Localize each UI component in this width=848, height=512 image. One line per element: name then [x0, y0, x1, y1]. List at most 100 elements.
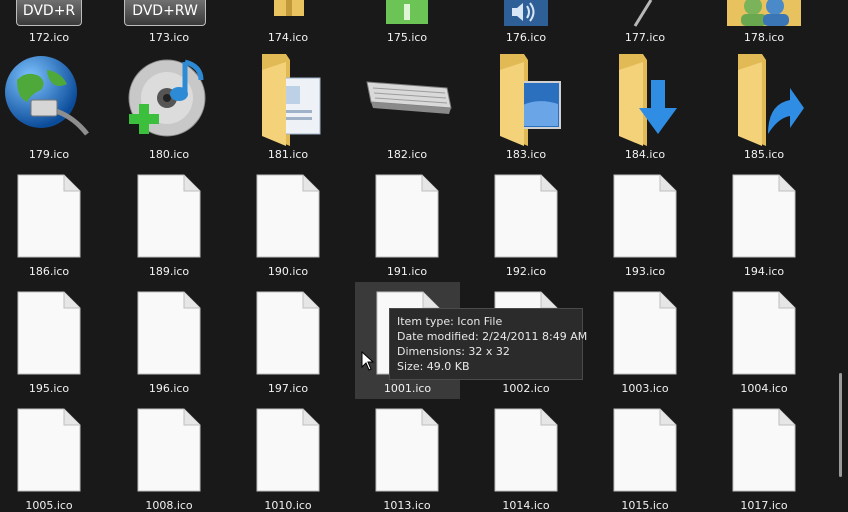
blank-file-icon	[613, 291, 677, 375]
file-item[interactable]: 192.ico	[471, 161, 581, 278]
file-name: 172.ico	[28, 31, 70, 44]
file-name: 1001.ico	[383, 382, 432, 395]
blank-file-icon	[137, 408, 201, 492]
file-item[interactable]: 185.ico	[709, 44, 819, 161]
keyboard-icon	[366, 81, 452, 114]
blank-file-icon	[732, 174, 796, 258]
file-item[interactable]: 183.ico	[471, 44, 581, 161]
file-item[interactable]: 1014.ico	[471, 395, 581, 512]
shortcut-folder-icon	[738, 54, 804, 146]
file-name: 179.ico	[28, 148, 70, 161]
file-item[interactable]: 178.ico	[709, 0, 819, 44]
users-icon	[727, 0, 801, 26]
file-item[interactable]: 180.ico	[114, 44, 224, 161]
file-name: 180.ico	[148, 148, 190, 161]
file-item[interactable]: 196.ico	[114, 278, 224, 395]
file-item[interactable]: 177.ico	[590, 0, 700, 44]
file-name: 1003.ico	[621, 382, 669, 395]
file-name: 1010.ico	[264, 499, 312, 512]
network-globe-icon	[5, 56, 89, 136]
file-item[interactable]: 193.ico	[590, 161, 700, 278]
file-name: 194.ico	[743, 265, 785, 278]
blank-file-icon	[613, 174, 677, 258]
file-name: 1015.ico	[621, 499, 669, 512]
file-item[interactable]: 1008.ico	[114, 395, 224, 512]
file-item[interactable]: 191.ico	[352, 161, 462, 278]
file-name: 189.ico	[148, 265, 190, 278]
file-item[interactable]: 190.ico	[233, 161, 343, 278]
file-name: 181.ico	[267, 148, 309, 161]
vertical-scrollbar[interactable]	[839, 373, 842, 477]
file-item[interactable]: 175.ico	[352, 0, 462, 44]
file-name: 1017.ico	[740, 499, 788, 512]
file-item[interactable]: 1015.ico	[590, 395, 700, 512]
dvd-rw-icon: DVD+RW	[124, 0, 206, 26]
file-item[interactable]: 1013.ico	[352, 395, 462, 512]
pen-icon	[633, 0, 653, 27]
file-name: 192.ico	[505, 265, 547, 278]
file-item[interactable]: 182.ico	[352, 44, 462, 161]
music-disc-add-icon	[128, 59, 206, 137]
file-name: 1008.ico	[145, 499, 193, 512]
file-item[interactable]: 174.ico	[233, 0, 343, 44]
blank-file-icon	[375, 174, 439, 258]
downloads-folder-icon	[619, 54, 677, 146]
file-name: 178.ico	[743, 31, 785, 44]
file-item[interactable]: 189.ico	[114, 161, 224, 278]
file-name: 175.ico	[386, 31, 428, 44]
desktop-folder-icon	[500, 54, 561, 146]
blank-file-icon	[732, 291, 796, 375]
tooltip-date-modified: Date modified: 2/24/2011 8:49 AM	[397, 330, 588, 343]
zipped-folder-icon	[274, 0, 304, 16]
file-name: 185.ico	[743, 148, 785, 161]
blank-file-icon	[256, 291, 320, 375]
file-name: 197.ico	[267, 382, 309, 395]
file-item[interactable]: 1017.ico	[709, 395, 819, 512]
file-name: 191.ico	[386, 265, 428, 278]
file-name: 1005.ico	[25, 499, 73, 512]
file-name: 193.ico	[624, 265, 666, 278]
blank-file-icon	[17, 408, 81, 492]
file-name: 176.ico	[505, 31, 547, 44]
file-item[interactable]: 195.ico	[0, 278, 104, 395]
file-name: 174.ico	[267, 31, 309, 44]
file-item[interactable]: 1003.ico	[590, 278, 700, 395]
dvd-r-icon-text: DVD+R	[22, 3, 76, 19]
file-item[interactable]: DVD+RW 173.ico	[114, 0, 224, 44]
blank-file-icon	[17, 174, 81, 258]
tooltip-dimensions: Dimensions: 32 x 32	[397, 345, 510, 358]
file-name: 1014.ico	[502, 499, 550, 512]
blank-file-icon	[137, 174, 201, 258]
file-name: 1004.ico	[740, 382, 788, 395]
file-item[interactable]: 179.ico	[0, 44, 104, 161]
file-item[interactable]: 176.ico	[471, 0, 581, 44]
file-item[interactable]: 197.ico	[233, 278, 343, 395]
file-item[interactable]: 186.ico	[0, 161, 104, 278]
file-name: 1002.ico	[502, 382, 550, 395]
file-name: 196.ico	[148, 382, 190, 395]
file-name: 195.ico	[28, 382, 70, 395]
file-name: 184.ico	[624, 148, 666, 161]
dvd-rw-icon-text: DVD+RW	[132, 3, 198, 19]
file-name: 1013.ico	[383, 499, 431, 512]
file-item[interactable]: 194.ico	[709, 161, 819, 278]
file-name: 183.ico	[505, 148, 547, 161]
file-name: 182.ico	[386, 148, 428, 161]
blank-file-icon	[732, 408, 796, 492]
blank-file-icon	[256, 174, 320, 258]
contacts-folder-icon	[262, 54, 321, 146]
blank-file-icon	[375, 408, 439, 492]
file-item[interactable]: 1010.ico	[233, 395, 343, 512]
file-item[interactable]: 1005.ico	[0, 395, 104, 512]
file-item[interactable]: 181.ico	[233, 44, 343, 161]
speaker-icon	[504, 0, 548, 26]
dvd-r-icon: DVD+R	[16, 0, 82, 26]
file-info-tooltip: Item type: Icon File Date modified: 2/24…	[389, 308, 588, 380]
file-name: 190.ico	[267, 265, 309, 278]
blank-file-icon	[494, 408, 558, 492]
file-name: 186.ico	[28, 265, 70, 278]
file-item[interactable]: 184.ico	[590, 44, 700, 161]
file-item[interactable]: DVD+R 172.ico	[0, 0, 104, 44]
file-item[interactable]: 1004.ico	[709, 278, 819, 395]
tooltip-size: Size: 49.0 KB	[397, 360, 470, 373]
